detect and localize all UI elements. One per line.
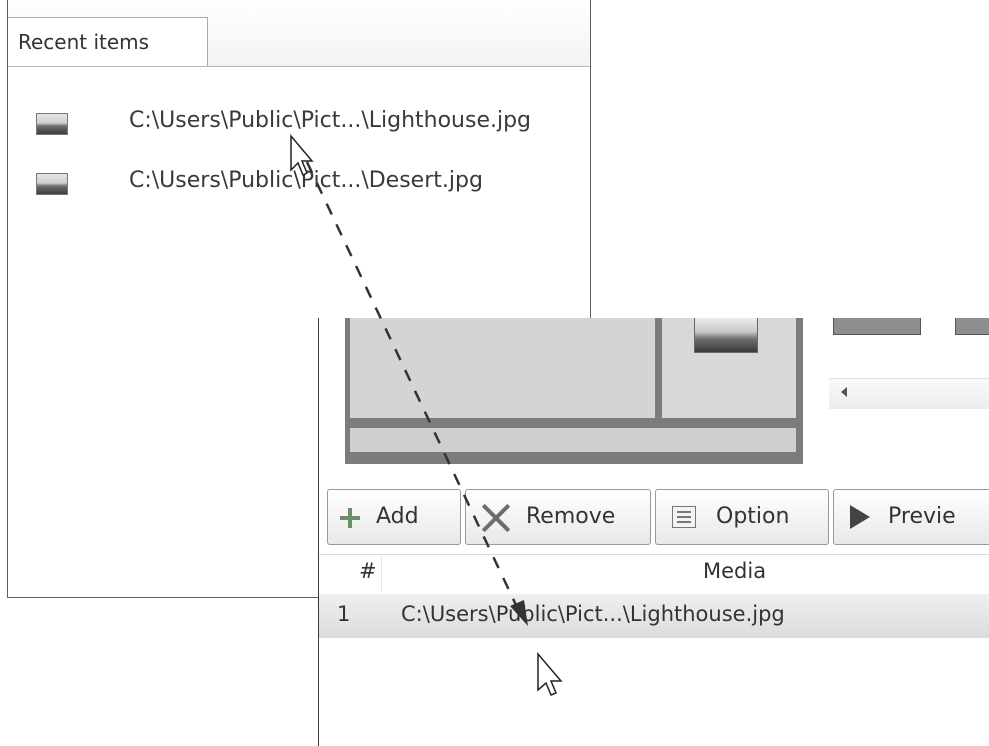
row-index: 1 (337, 602, 351, 626)
recent-tab-bar: Recent items (8, 0, 590, 67)
option-button-label: Option (716, 504, 790, 529)
preview-button[interactable]: Previe (833, 489, 989, 545)
list-options-icon (672, 506, 696, 528)
panel-button[interactable] (955, 318, 989, 335)
preview-button-label: Previe (888, 504, 956, 529)
recent-item-path: C:\Users\Public\Pict...\Lighthouse.jpg (129, 108, 532, 133)
preview-panel (345, 318, 803, 464)
scroll-left-arrow-icon[interactable] (841, 387, 847, 397)
add-icon (340, 508, 360, 528)
remove-button-label: Remove (526, 504, 616, 529)
media-toolbar: Add Remove Option Previe (319, 488, 989, 550)
image-thumbnail[interactable] (694, 318, 758, 353)
tab-recent-items[interactable]: Recent items (8, 17, 208, 66)
add-button-label: Add (376, 504, 419, 529)
media-editor-window: Add Remove Option Previe # Media 1 C:\Us… (318, 318, 989, 746)
column-divider[interactable] (381, 557, 382, 591)
play-icon (850, 505, 870, 529)
column-header-media[interactable]: Media (703, 559, 766, 583)
thumbnail-pane (662, 318, 796, 418)
remove-button[interactable]: Remove (465, 489, 651, 545)
row-media-path: C:\Users\Public\Pict...\Lighthouse.jpg (401, 602, 785, 626)
table-row[interactable]: 1 C:\Users\Public\Pict...\Lighthouse.jpg (319, 594, 989, 638)
recent-item-path: C:\Users\Public\Pict...\Desert.jpg (129, 168, 483, 193)
timeline-bar[interactable] (350, 428, 796, 452)
preview-canvas (350, 318, 655, 418)
column-header-index[interactable]: # (359, 559, 377, 583)
option-button[interactable]: Option (655, 489, 829, 545)
recent-item-desert[interactable]: C:\Users\Public\Pict...\Desert.jpg (8, 163, 588, 203)
image-file-icon (36, 173, 68, 195)
recent-item-lighthouse[interactable]: C:\Users\Public\Pict...\Lighthouse.jpg (8, 103, 588, 143)
panel-button[interactable] (833, 318, 921, 335)
remove-x-icon (480, 502, 512, 534)
media-list-header: # Media (319, 554, 989, 595)
image-file-icon (36, 113, 68, 135)
add-button[interactable]: Add (327, 489, 461, 545)
horizontal-scrollbar[interactable] (829, 378, 989, 409)
